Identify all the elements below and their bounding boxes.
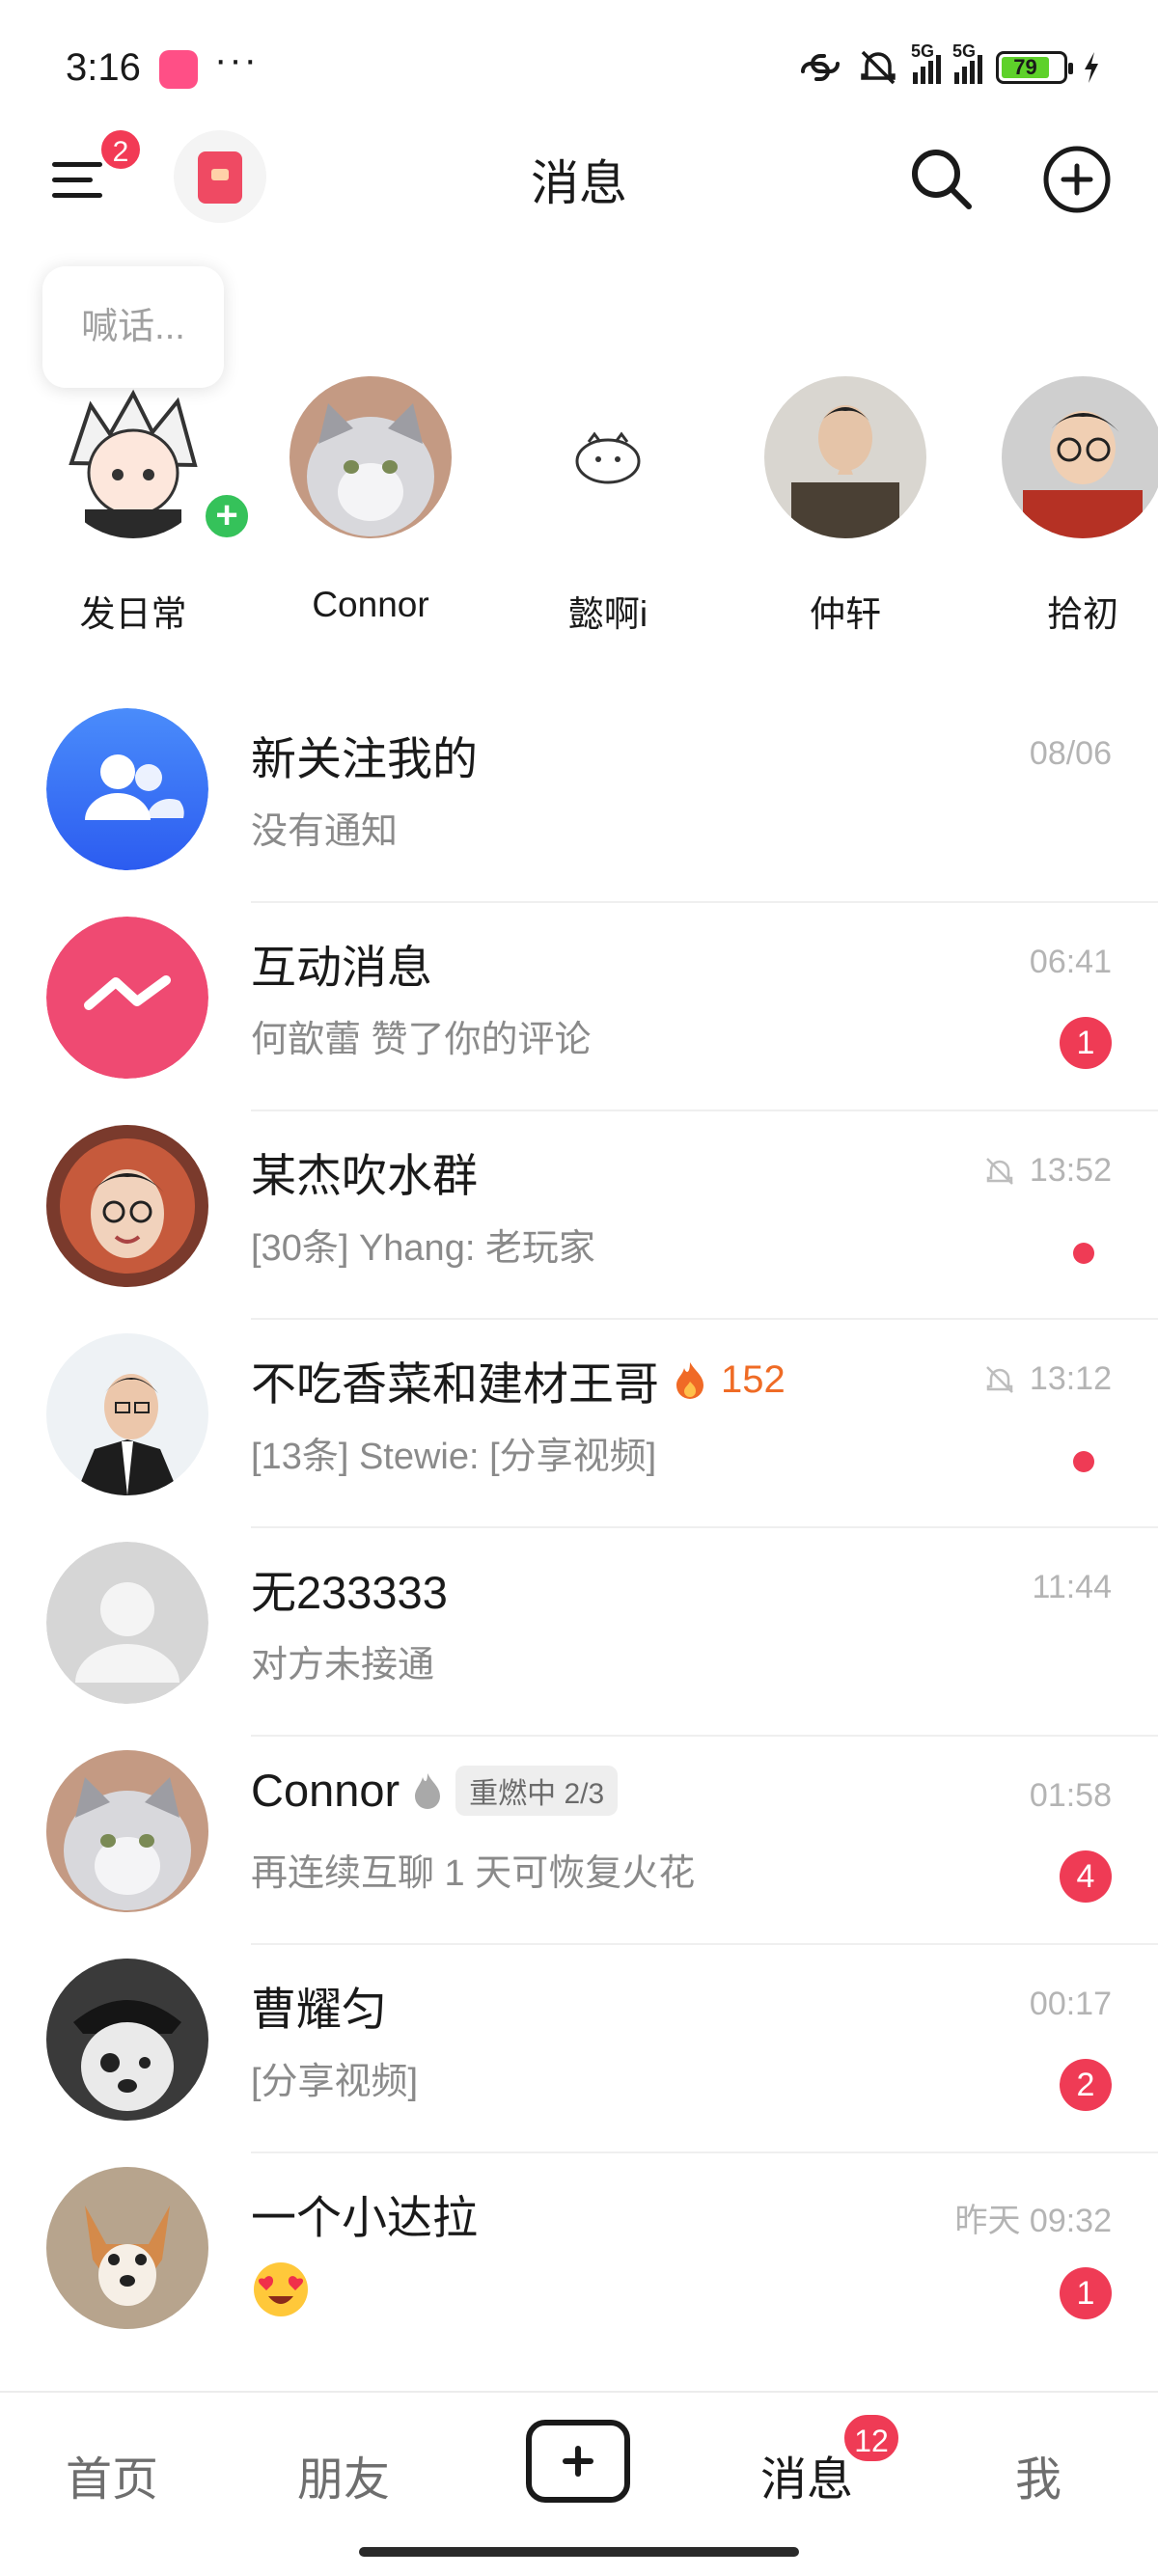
interaction-icon [46,917,208,1079]
avatar [46,2167,208,2329]
app-notification-icon [159,50,198,89]
conversation-title: 不吃香菜和建材王哥 [251,1358,659,1410]
avatar [290,376,452,538]
header: 2 消息 [0,125,1158,232]
unread-badge: 4 [1060,1850,1112,1903]
avatar [46,917,208,1079]
avatar [764,376,926,538]
conversation-time: 00:17 [1029,1986,1112,2022]
unread-badge: 2 [1060,2059,1112,2111]
conversation-time: 08/06 [1029,735,1112,772]
tab-messages[interactable]: 消息 [760,2441,853,2508]
avatar [46,1333,208,1495]
unread-badge: 1 [1060,1017,1112,1069]
conversation-time: 01:58 [1029,1777,1112,1814]
status-icons: 5G 5G 79 [797,41,1102,89]
list-item[interactable]: 新关注我的 没有通知 08/06 [0,695,1158,903]
add-circle-icon[interactable] [1042,145,1112,214]
conversation-title: Connor [251,1765,400,1816]
list-item[interactable]: 曹耀匀 [分享视频] 00:17 2 [0,1945,1158,2153]
heart-eyes-emoji-icon [254,2262,308,2316]
users-icon [46,708,208,870]
home-indicator[interactable] [359,2547,799,2557]
conversation-time: 13:12 [1029,1360,1112,1397]
conversation-time: 13:52 [1029,1152,1112,1189]
fire-icon [676,1361,703,1399]
conversation-title: 某杰吹水群 [251,1150,478,1201]
list-item[interactable]: 互动消息 何歆蕾 赞了你的评论 06:41 1 [0,903,1158,1111]
story-name: 仲轩 [810,594,881,634]
story-name: 拾初 [1047,594,1118,634]
conversation-preview: 何歆蕾 赞了你的评论 [251,1020,592,1060]
story-item[interactable]: + 发日常 [37,367,253,637]
conversation-title: 一个小达拉 [251,2192,478,2243]
unread-dot [1073,1243,1094,1264]
conversation-time: 06:41 [1029,944,1112,980]
avatar [46,1542,208,1704]
tab-friends[interactable]: 朋友 [297,2441,390,2508]
link-icon [801,54,840,81]
conversation-preview: 没有通知 [251,811,399,852]
messages-badge: 12 [841,2412,901,2464]
avatar [527,376,689,538]
battery-icon: 79 [996,51,1073,84]
avatar [1002,376,1158,538]
status-time: 3:16 [66,46,141,89]
avatar [46,1125,208,1287]
conversation-time: 昨天 09:32 [954,2203,1112,2239]
conversation-preview: 对方未接通 [251,1645,435,1685]
unread-badge: 1 [1060,2267,1112,2319]
story-item[interactable]: 懿啊i [511,367,704,637]
story-name: Connor [312,585,429,624]
mute-bell-icon [986,1365,1013,1393]
story-name: 懿啊i [567,594,648,634]
story-item[interactable]: Connor [274,367,467,637]
list-item[interactable]: 不吃香菜和建材王哥 152 [13条] Stewie: [分享视频] 13:12 [0,1320,1158,1528]
unread-dot [1073,1451,1094,1472]
spark-icon [415,1772,441,1809]
conversation-preview: [30条] Yhang: 老玩家 [251,1228,595,1269]
list-item[interactable]: 某杰吹水群 [30条] Yhang: 老玩家 13:52 [0,1111,1158,1320]
list-item[interactable]: 一个小达拉 昨天 09:32 1 [0,2153,1158,2362]
streak-tag: 重燃中 2/3 [455,1765,619,1816]
fire-count: 152 [721,1358,786,1401]
avatar [46,708,208,870]
list-item[interactable]: 无233333 对方未接通 11:44 [0,1528,1158,1737]
story-name: 发日常 [79,594,187,634]
story-item[interactable]: 仲轩 [749,367,942,637]
avatar [52,376,214,538]
tab-me[interactable]: 我 [1015,2441,1062,2508]
shout-bubble[interactable]: 喊话... [42,266,224,388]
default-avatar-icon [46,1542,208,1704]
conversation-title: 无233333 [251,1567,448,1618]
conversation-preview: [分享视频] [251,2062,419,2102]
avatar [46,1750,208,1912]
story-item[interactable]: 拾初 [986,367,1158,637]
conversation-title: 曹耀匀 [251,1984,387,2035]
add-square-icon[interactable] [526,2420,630,2503]
conversation-time: 11:44 [1032,1569,1112,1605]
more-notifications-icon: ··· [214,39,259,81]
tab-home[interactable]: 首页 [66,2441,158,2508]
charging-icon [1085,52,1098,83]
signal-icon: 5G [911,41,941,84]
avatar [46,1959,208,2121]
conversation-title: 互动消息 [251,942,432,993]
list-item[interactable]: Connor 重燃中 2/3 再连续互聊 1 天可恢复火花 01:58 4 [0,1737,1158,1945]
status-bar: 3:16 ··· 5G 5G 79 [0,0,1158,135]
add-story-icon[interactable]: + [201,490,253,542]
signal-icon: 5G [952,41,982,84]
conversation-preview: 再连续互聊 1 天可恢复火花 [251,1853,696,1894]
mute-icon [861,50,896,85]
conversation-title: 新关注我的 [251,733,478,784]
conversation-preview: [13条] Stewie: [分享视频] [251,1437,657,1477]
stories-row: + 发日常 Connor 懿啊i 仲轩 拾初 [0,357,1158,637]
mute-bell-icon [986,1157,1013,1185]
search-icon[interactable] [907,145,975,212]
page-title: 消息 [531,156,627,210]
